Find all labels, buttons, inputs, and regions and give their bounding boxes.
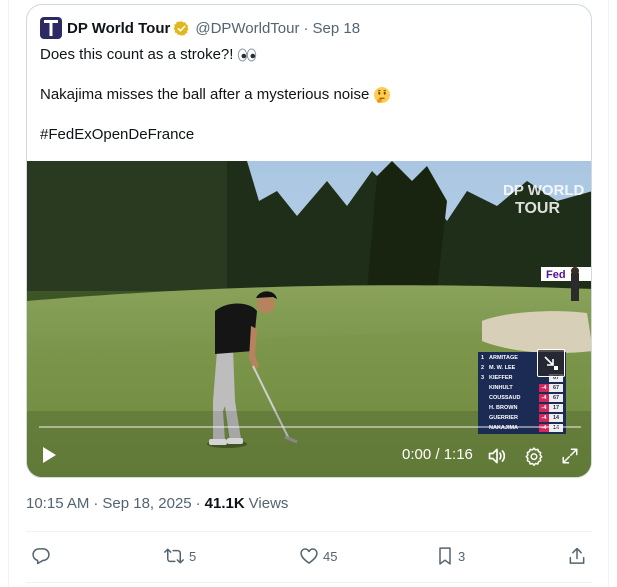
thinking-face-emoji-icon bbox=[373, 86, 391, 104]
column-border-left bbox=[8, 0, 9, 587]
play-button[interactable] bbox=[39, 445, 59, 465]
share-button[interactable] bbox=[567, 546, 587, 566]
leaderboard-hole: 67 bbox=[549, 394, 563, 402]
svg-text:DP WORLD: DP WORLD bbox=[503, 182, 585, 199]
leaderboard-hole: 17 bbox=[549, 404, 563, 412]
settings-button[interactable] bbox=[523, 445, 545, 467]
leaderboard-position: 2 bbox=[480, 365, 485, 371]
volume-icon bbox=[488, 448, 506, 464]
leaderboard-player-name: H. BROWN bbox=[489, 405, 518, 411]
mute-button[interactable] bbox=[486, 445, 508, 467]
quoted-text-line-2-text: Nakajima misses the ball after a mysteri… bbox=[40, 86, 370, 103]
leaderboard-player-name: M. W. LEE bbox=[489, 365, 516, 371]
meta-separator-1: · bbox=[93, 495, 99, 512]
leaderboard-position: 1 bbox=[480, 355, 485, 361]
tweet-time[interactable]: 10:15 AM bbox=[26, 495, 89, 512]
dp-logo-icon bbox=[44, 20, 58, 36]
tweet-timestamp-row: 10:15 AM · Sep 18, 2025 · 41.1K Views bbox=[26, 495, 288, 512]
hashtag-text[interactable]: #FedExOpenDeFrance bbox=[40, 125, 194, 145]
leaderboard-score: -4 bbox=[539, 394, 549, 402]
column-border-right bbox=[608, 0, 609, 587]
eyes-emoji-icon bbox=[237, 48, 257, 62]
leaderboard-score: -4 bbox=[539, 384, 549, 392]
reply-icon bbox=[32, 548, 50, 565]
verified-badge-icon bbox=[173, 20, 190, 37]
fullscreen-icon bbox=[562, 448, 578, 464]
views-count[interactable]: 41.1K bbox=[205, 495, 245, 512]
quoted-text-line-1: Does this count as a stroke?! bbox=[40, 45, 257, 65]
leaderboard-score: -4 bbox=[539, 404, 549, 412]
leaderboard-row: GUERRIER -4 14 bbox=[478, 414, 566, 422]
retweet-icon bbox=[164, 548, 184, 564]
bookmark-button[interactable]: 3 bbox=[436, 546, 465, 566]
fullscreen-button[interactable] bbox=[559, 445, 581, 467]
leaderboard-player-name: ARMITAGE bbox=[489, 355, 518, 361]
like-button[interactable]: 45 bbox=[299, 546, 337, 566]
expand-overlay-icon bbox=[537, 349, 565, 377]
meta-separator-2: · bbox=[195, 495, 201, 512]
retweet-count: 5 bbox=[189, 548, 197, 564]
views-label: Views bbox=[248, 495, 289, 512]
leaderboard-player-name: KIEFFER bbox=[489, 375, 513, 381]
leaderboard-position: 3 bbox=[480, 375, 485, 381]
quoted-text-line-2: Nakajima misses the ball after a mysteri… bbox=[40, 85, 391, 105]
leaderboard-player-name: KINHULT bbox=[489, 385, 513, 391]
reply-button[interactable] bbox=[31, 546, 55, 566]
like-count: 45 bbox=[323, 548, 338, 564]
leaderboard-row: KINHULT -4 67 bbox=[478, 384, 566, 392]
retweet-button[interactable]: 5 bbox=[163, 546, 196, 566]
dp-world-tour-avatar[interactable] bbox=[40, 17, 62, 39]
leaderboard-player-name: COUSSAUD bbox=[489, 395, 521, 401]
heart-icon bbox=[300, 548, 318, 564]
leaderboard-row: H. BROWN -4 17 bbox=[478, 404, 566, 412]
leaderboard-player-name: GUERRIER bbox=[489, 415, 519, 421]
leaderboard-row: COUSSAUD -4 67 bbox=[478, 394, 566, 402]
header-separator: · bbox=[303, 19, 309, 37]
quoted-tweet-header: DP World Tour @DPWorldTour · Sep 18 bbox=[40, 17, 360, 39]
quoted-date[interactable]: Sep 18 bbox=[313, 20, 361, 37]
quoted-hashtag[interactable]: #FedExOpenDeFrance bbox=[40, 125, 194, 145]
svg-text:Fed: Fed bbox=[546, 269, 566, 281]
leaderboard-score: -4 bbox=[539, 414, 549, 422]
quoted-display-name[interactable]: DP World Tour bbox=[67, 20, 170, 37]
quoted-handle[interactable]: @DPWorldTour bbox=[195, 20, 299, 37]
leaderboard-hole: 67 bbox=[549, 384, 563, 392]
video-time-display: 0:00 / 1:16 bbox=[402, 446, 473, 463]
share-icon bbox=[569, 547, 585, 564]
bookmark-count: 3 bbox=[458, 548, 466, 564]
tweet-date[interactable]: Sep 18, 2025 bbox=[102, 495, 191, 512]
gear-icon bbox=[525, 447, 543, 466]
play-icon bbox=[43, 447, 56, 463]
bottom-divider bbox=[26, 582, 592, 583]
video-progress-bar[interactable] bbox=[39, 426, 581, 428]
quoted-tweet-card[interactable]: DP World Tour @DPWorldTour · Sep 18 Does… bbox=[26, 4, 592, 478]
svg-text:TOUR: TOUR bbox=[515, 200, 560, 217]
quoted-text-line-1-text: Does this count as a stroke?! bbox=[40, 46, 234, 63]
bookmark-icon bbox=[439, 547, 451, 565]
meta-divider bbox=[26, 531, 592, 532]
video-player[interactable]: Fed DP WORLD TOUR 1 ARMITAGE 2 M. W. LEE 3 KI… bbox=[27, 161, 591, 477]
leaderboard-hole: 14 bbox=[549, 414, 563, 422]
